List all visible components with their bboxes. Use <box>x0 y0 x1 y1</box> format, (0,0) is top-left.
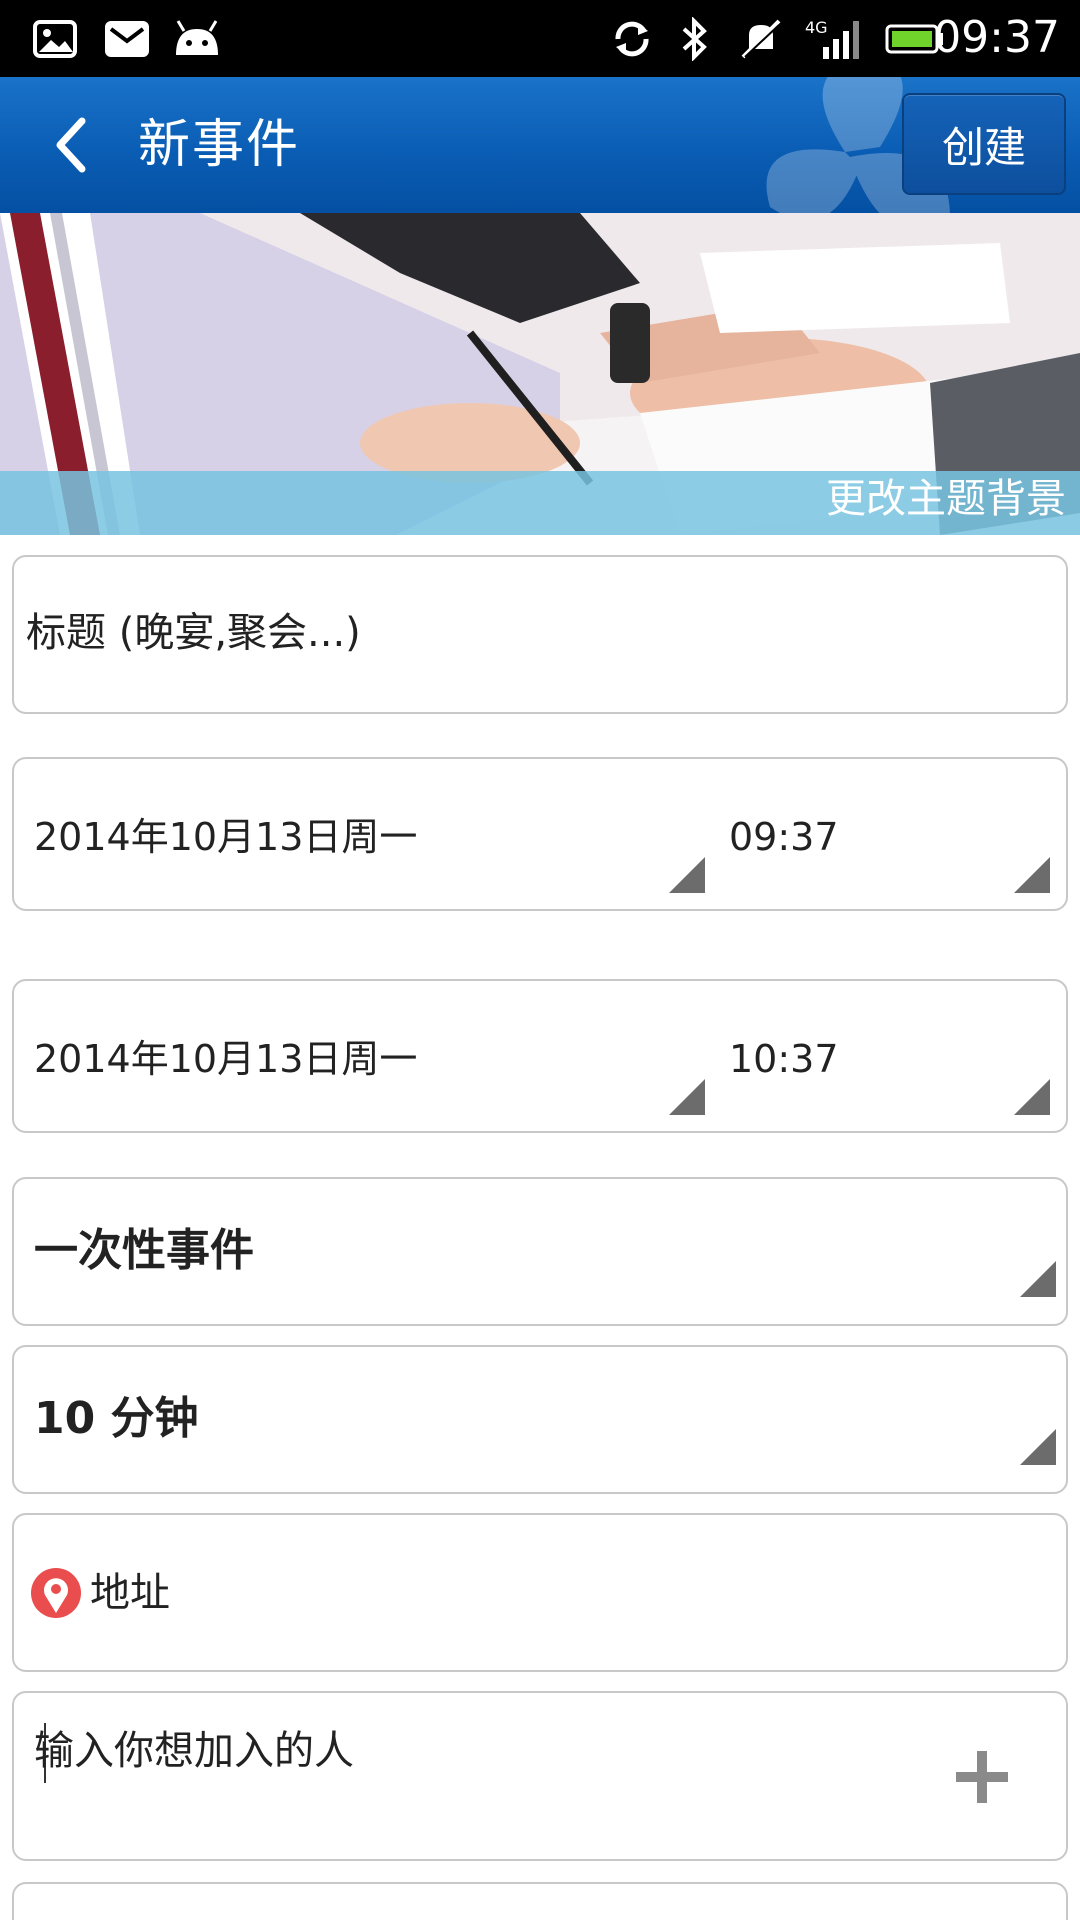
reminder-value: 10 分钟 <box>34 1393 199 1444</box>
status-time: 09:37 <box>933 12 1060 63</box>
next-field[interactable] <box>12 1882 1068 1920</box>
title-input[interactable]: 标题 (晚宴,聚会...) <box>12 555 1068 714</box>
status-bar: 4G 09:37 <box>0 0 1080 77</box>
mute-icon <box>736 14 786 64</box>
android-icon <box>172 14 222 64</box>
add-invitee-button[interactable] <box>956 1751 1008 1803</box>
end-time-dropdown-icon <box>1014 1079 1050 1115</box>
start-date-dropdown-icon <box>669 857 705 893</box>
page-title: 新事件 <box>138 115 301 175</box>
mail-icon <box>102 14 152 64</box>
repeat-value: 一次性事件 <box>34 1225 254 1276</box>
signal-4g-icon: 4G <box>805 14 865 64</box>
address-input[interactable]: 地址 <box>12 1513 1068 1672</box>
app-bar: 新事件 创建 <box>0 77 1080 213</box>
back-button[interactable] <box>40 107 100 183</box>
start-datetime-row: 2014年10月13日周一 09:37 <box>12 757 1068 911</box>
end-datetime-row: 2014年10月13日周一 10:37 <box>12 979 1068 1133</box>
svg-text:4G: 4G <box>805 18 828 37</box>
invitees-input[interactable]: 输入你想加入的人 <box>12 1691 1068 1861</box>
repeat-select[interactable]: 一次性事件 <box>12 1177 1068 1326</box>
reminder-dropdown-icon <box>1020 1429 1056 1465</box>
sync-icon <box>607 14 657 64</box>
address-placeholder: 地址 <box>90 1570 170 1616</box>
end-date-picker[interactable]: 2014年10月13日周一 <box>34 1033 417 1085</box>
chevron-left-icon <box>56 117 86 173</box>
repeat-dropdown-icon <box>1020 1261 1056 1297</box>
start-time-dropdown-icon <box>1014 857 1050 893</box>
bluetooth-icon <box>670 14 720 64</box>
title-placeholder: 标题 (晚宴,聚会...) <box>26 610 361 656</box>
end-date-dropdown-icon <box>669 1079 705 1115</box>
start-date-picker[interactable]: 2014年10月13日周一 <box>34 811 417 863</box>
location-pin-icon <box>31 1568 81 1618</box>
change-theme-link[interactable]: 更改主题背景 <box>826 473 1066 525</box>
gallery-icon <box>30 14 80 64</box>
theme-banner: 更改主题背景 <box>0 213 1080 535</box>
reminder-select[interactable]: 10 分钟 <box>12 1345 1068 1494</box>
end-time-picker[interactable]: 10:37 <box>729 1033 839 1085</box>
create-button[interactable]: 创建 <box>902 93 1066 195</box>
start-time-picker[interactable]: 09:37 <box>729 811 839 863</box>
invitees-placeholder: 输入你想加入的人 <box>34 1728 354 1774</box>
